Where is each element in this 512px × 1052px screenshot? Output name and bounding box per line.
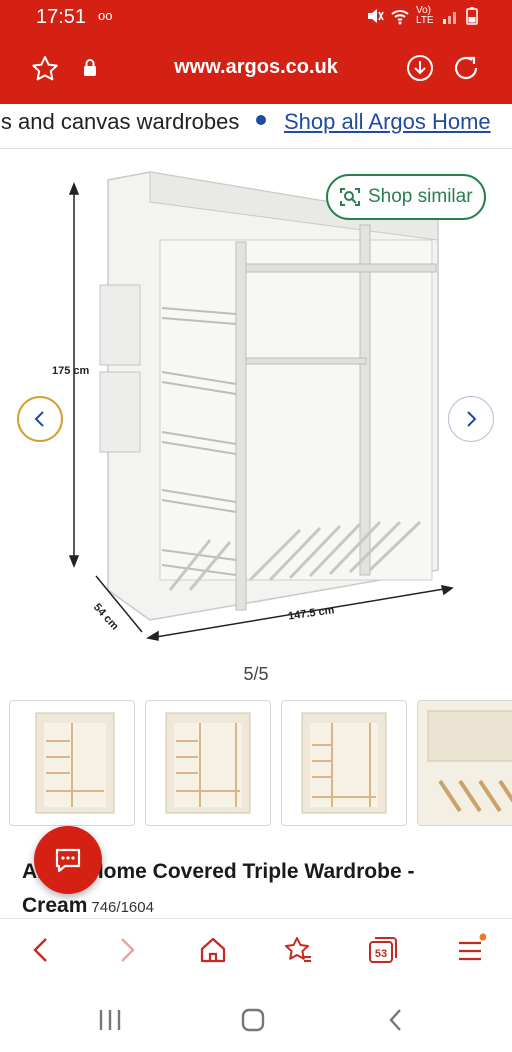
battery-icon (466, 7, 478, 25)
forward-icon[interactable] (114, 935, 140, 965)
chat-button[interactable] (34, 826, 102, 894)
home-icon[interactable] (198, 935, 228, 965)
breadcrumb-dot-icon (256, 115, 266, 125)
chevron-right-icon (467, 411, 477, 427)
product-title-color: Cream (22, 894, 88, 917)
visual-search-icon (340, 188, 360, 206)
thumbnail-2[interactable] (145, 700, 271, 826)
thumbnail-4[interactable] (417, 700, 512, 826)
chat-icon (55, 848, 81, 873)
download-icon[interactable] (406, 54, 434, 82)
next-image-button[interactable] (448, 396, 494, 442)
width-dimension: 147.5 cm (287, 604, 335, 622)
thumbnail-3[interactable] (281, 700, 407, 826)
height-dimension: 175 cm (52, 365, 90, 377)
breadcrumb: ls and canvas wardrobes Shop all Argos H… (0, 104, 512, 149)
product-title-line2: Cream 746/1604 (22, 894, 154, 918)
breadcrumb-current[interactable]: ls and canvas wardrobes (0, 109, 239, 135)
product-sku: 746/1604 (91, 899, 154, 916)
tabs-count: 53 (375, 948, 387, 960)
wardrobe-illustration: 175 cm 54 cm 147.5 cm (52, 171, 454, 641)
mute-icon (368, 9, 384, 23)
status-bar: 17:51 oo Vo) LTE (0, 0, 512, 36)
previous-image-button[interactable] (17, 396, 63, 442)
tabs-icon[interactable]: 53 (366, 934, 398, 966)
signal-icon (443, 12, 456, 24)
thumbnail-1[interactable] (9, 700, 135, 826)
url-text[interactable]: www.argos.co.uk (0, 56, 512, 79)
product-image[interactable]: 175 cm 54 cm 147.5 cm (0, 150, 512, 660)
back-icon[interactable] (28, 935, 54, 965)
depth-dimension: 54 cm (91, 601, 121, 632)
bookmarks-icon[interactable] (282, 935, 314, 965)
browser-bottom-toolbar: 53 (0, 918, 512, 989)
home-button-icon[interactable] (240, 1007, 266, 1033)
chevron-left-icon (34, 411, 44, 427)
shop-similar-label: Shop similar (368, 186, 473, 207)
status-time: 17:51 (36, 6, 87, 28)
menu-icon[interactable] (456, 933, 486, 965)
browser-top-bar: 17:51 oo Vo) LTE www.argos.co.uk (0, 0, 512, 104)
network-label: Vo) LTE (416, 5, 434, 26)
system-navigation-bar (0, 990, 512, 1052)
wifi-icon (391, 10, 409, 25)
system-back-icon[interactable] (384, 1006, 408, 1034)
voicemail-icon: oo (98, 8, 113, 23)
recent-apps-icon[interactable] (96, 1008, 124, 1032)
reload-icon[interactable] (452, 54, 482, 84)
image-counter: 5/5 (243, 664, 269, 684)
status-icons: Vo) LTE (366, 6, 478, 26)
shop-all-argos-home-link[interactable]: Shop all Argos Home (284, 109, 491, 135)
shop-similar-button[interactable]: Shop similar (326, 174, 486, 220)
address-bar: www.argos.co.uk (0, 40, 512, 98)
